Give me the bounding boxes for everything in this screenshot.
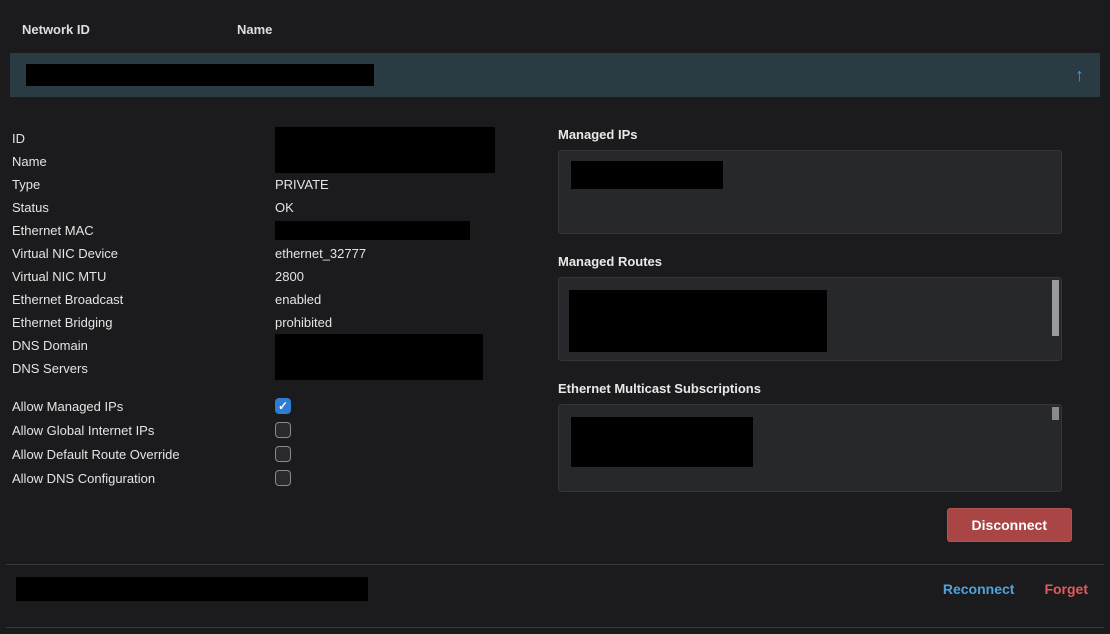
- multicast-subscriptions-title: Ethernet Multicast Subscriptions: [558, 381, 1072, 396]
- network-row-collapsed[interactable]: Reconnect Forget: [0, 565, 1110, 613]
- dns-servers-value-redacted: [275, 357, 483, 380]
- field-row-dns-domain: DNS Domain: [12, 334, 544, 357]
- managed-routes-title: Managed Routes: [558, 254, 1072, 269]
- managed-ips-box[interactable]: [558, 150, 1062, 234]
- name-value-redacted: [275, 150, 495, 173]
- field-value-virtual-nic-device: ethernet_32777: [275, 246, 366, 261]
- allow-managed-ips-checkbox[interactable]: ✓: [275, 398, 291, 414]
- option-label-allow-dns-configuration: Allow DNS Configuration: [12, 471, 275, 486]
- field-label-virtual-nic-mtu: Virtual NIC MTU: [12, 269, 275, 284]
- field-row-ethernet-broadcast: Ethernet Broadcast enabled: [12, 288, 544, 311]
- network-details: ID Name Type PRIVATE Status OK Ethernet …: [0, 97, 1110, 542]
- option-row-allow-global-internet-ips: Allow Global Internet IPs ✓: [12, 418, 544, 442]
- field-label-name: Name: [12, 154, 275, 169]
- field-row-name: Name: [12, 150, 544, 173]
- forget-link[interactable]: Forget: [1044, 581, 1088, 597]
- managed-routes-redacted: [569, 290, 827, 352]
- disconnect-button[interactable]: Disconnect: [947, 508, 1072, 542]
- multicast-scrollbar[interactable]: [1052, 407, 1059, 420]
- field-label-ethernet-bridging: Ethernet Bridging: [12, 315, 275, 330]
- field-label-id: ID: [12, 131, 275, 146]
- field-row-status: Status OK: [12, 196, 544, 219]
- option-label-allow-global-internet-ips: Allow Global Internet IPs: [12, 423, 275, 438]
- field-label-ethernet-broadcast: Ethernet Broadcast: [12, 292, 275, 307]
- column-header-name: Name: [237, 22, 272, 37]
- option-row-allow-managed-ips: Allow Managed IPs ✓: [12, 394, 544, 418]
- network-id-name-redacted: [26, 64, 374, 86]
- collapse-network-icon[interactable]: ↑: [1075, 66, 1084, 84]
- ethernet-mac-value-redacted: [275, 221, 470, 240]
- bottom-network-id-redacted: [16, 577, 368, 601]
- option-label-allow-default-route-override: Allow Default Route Override: [12, 447, 275, 462]
- network-lists: Managed IPs Managed Routes Ethernet Mult…: [544, 127, 1072, 542]
- allow-dns-configuration-checkbox[interactable]: ✓: [275, 470, 291, 486]
- allow-default-route-override-checkbox[interactable]: ✓: [275, 446, 291, 462]
- managed-routes-box[interactable]: [558, 277, 1062, 361]
- option-row-allow-dns-configuration: Allow DNS Configuration ✓: [12, 466, 544, 490]
- field-value-ethernet-bridging: prohibited: [275, 315, 332, 330]
- multicast-subscriptions-box[interactable]: [558, 404, 1062, 492]
- zerotier-networks-panel: Network ID Name ↑ ID Name Type PRIVATE S…: [0, 0, 1110, 634]
- field-value-type: PRIVATE: [275, 177, 329, 192]
- dns-domain-value-redacted: [275, 334, 483, 357]
- field-row-type: Type PRIVATE: [12, 173, 544, 196]
- network-fields: ID Name Type PRIVATE Status OK Ethernet …: [12, 127, 544, 542]
- network-row-expanded[interactable]: ↑: [10, 53, 1100, 97]
- field-label-dns-servers: DNS Servers: [12, 361, 275, 376]
- field-row-virtual-nic-device: Virtual NIC Device ethernet_32777: [12, 242, 544, 265]
- network-options: Allow Managed IPs ✓ Allow Global Interne…: [12, 394, 544, 490]
- field-label-virtual-nic-device: Virtual NIC Device: [12, 246, 275, 261]
- table-header: Network ID Name: [0, 0, 1110, 37]
- field-value-status: OK: [275, 200, 294, 215]
- field-label-status: Status: [12, 200, 275, 215]
- reconnect-link[interactable]: Reconnect: [943, 581, 1015, 597]
- bottom-network-actions: Reconnect Forget: [943, 581, 1094, 597]
- field-label-dns-domain: DNS Domain: [12, 338, 275, 353]
- field-label-type: Type: [12, 177, 275, 192]
- allow-global-internet-ips-checkbox[interactable]: ✓: [275, 422, 291, 438]
- field-row-virtual-nic-mtu: Virtual NIC MTU 2800: [12, 265, 544, 288]
- field-label-ethernet-mac: Ethernet MAC: [12, 223, 275, 238]
- multicast-subscriptions-redacted: [571, 417, 753, 467]
- id-value-redacted: [275, 127, 495, 150]
- managed-ips-redacted: [571, 161, 723, 189]
- field-value-ethernet-broadcast: enabled: [275, 292, 321, 307]
- field-value-virtual-nic-mtu: 2800: [275, 269, 304, 284]
- divider: [6, 627, 1104, 628]
- check-icon: ✓: [278, 400, 288, 412]
- field-row-dns-servers: DNS Servers: [12, 357, 544, 380]
- option-label-allow-managed-ips: Allow Managed IPs: [12, 399, 275, 414]
- routes-scrollbar[interactable]: [1052, 280, 1059, 336]
- field-row-ethernet-bridging: Ethernet Bridging prohibited: [12, 311, 544, 334]
- field-row-ethernet-mac: Ethernet MAC: [12, 219, 544, 242]
- option-row-allow-default-route-override: Allow Default Route Override ✓: [12, 442, 544, 466]
- column-header-network-id: Network ID: [22, 22, 237, 37]
- managed-ips-title: Managed IPs: [558, 127, 1072, 142]
- field-row-id: ID: [12, 127, 544, 150]
